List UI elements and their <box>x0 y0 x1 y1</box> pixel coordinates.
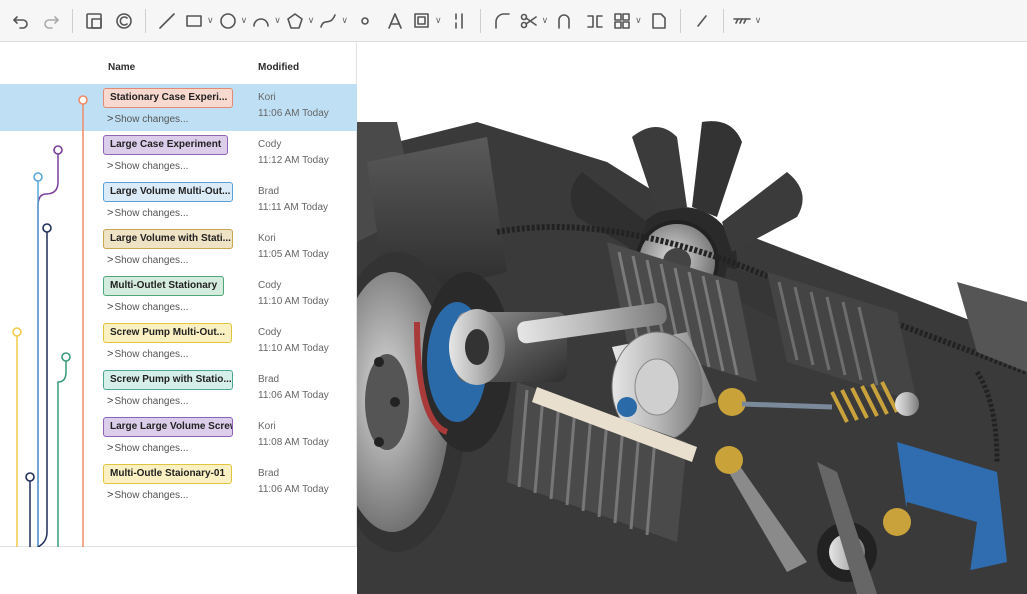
commit-node <box>33 172 43 182</box>
chevron-right-icon: > <box>107 160 114 172</box>
version-timestamp: 11:08 AM Today <box>258 437 329 448</box>
version-name-tag[interactable]: Large Case Experiment <box>103 135 229 155</box>
version-timestamp: 11:05 AM Today <box>258 249 329 260</box>
chevron-right-icon: > <box>107 207 114 219</box>
version-history-panel: Name Modified Stationary Case Experi... >… <box>0 42 357 547</box>
version-name-tag[interactable]: Multi-Outlet Stationary <box>103 276 225 296</box>
version-author: Brad <box>258 468 280 479</box>
show-changes-link[interactable]: >Show changes... <box>107 113 188 125</box>
show-changes-label: Show changes... <box>114 208 189 219</box>
show-changes-link[interactable]: >Show changes... <box>107 442 188 454</box>
version-timestamp: 11:10 AM Today <box>258 343 329 354</box>
use-icon[interactable] <box>111 5 137 37</box>
version-name-tag[interactable]: Multi-Outle Staionary-01 <box>103 464 233 484</box>
version-name-tag[interactable]: Stationary Case Experi... <box>103 88 233 108</box>
hatch-icon[interactable]: ∨ <box>732 5 761 37</box>
version-timestamp: 11:11 AM Today <box>258 202 329 213</box>
branch-graph <box>12 95 88 547</box>
transform-icon[interactable] <box>646 5 672 37</box>
fillet-icon[interactable] <box>489 5 515 37</box>
show-changes-link[interactable]: >Show changes... <box>107 254 188 266</box>
show-changes-label: Show changes... <box>114 349 189 360</box>
commit-node <box>42 223 52 233</box>
version-author: Cody <box>258 280 282 291</box>
construction-icon[interactable] <box>382 5 408 37</box>
show-changes-label: Show changes... <box>114 443 189 454</box>
toolbar-divider <box>145 8 146 33</box>
toolbar-divider <box>679 8 681 33</box>
point-icon[interactable] <box>352 5 378 37</box>
commit-node <box>53 145 63 155</box>
commit-node <box>78 95 88 105</box>
arc-icon[interactable]: ∨ <box>251 5 281 37</box>
show-changes-link[interactable]: >Show changes... <box>107 348 188 360</box>
split-icon[interactable] <box>582 5 608 37</box>
version-timestamp: 11:06 AM Today <box>258 108 329 119</box>
show-changes-label: Show changes... <box>114 161 189 172</box>
version-author: Brad <box>258 374 280 385</box>
commit-node <box>12 327 22 337</box>
branch-line-green <box>57 357 67 547</box>
show-changes-link[interactable]: >Show changes... <box>107 301 188 313</box>
version-author: Cody <box>258 139 282 150</box>
version-name-tag[interactable]: Screw Pump Multi-Out... <box>103 323 233 343</box>
show-changes-label: Show changes... <box>114 255 189 266</box>
cad-app: ∨ ∨ ∨ ∨ ∨ ∨ ∨ ∨ ∨ Name Modified Stationa… <box>0 0 1027 594</box>
redo-icon[interactable] <box>38 5 64 37</box>
column-header-modified[interactable]: Modified <box>258 62 299 73</box>
engine-assembly-render <box>357 121 1027 594</box>
branch-line-purple <box>37 150 59 547</box>
version-name-tag[interactable]: Large Volume Multi-Out... <box>103 182 233 202</box>
chevron-right-icon: > <box>107 113 114 125</box>
branch-line-navy <box>37 228 48 547</box>
circle-icon[interactable]: ∨ <box>218 5 247 37</box>
version-author: Brad <box>258 186 280 197</box>
version-name-tag[interactable]: Screw Pump with Statio... <box>103 370 233 390</box>
show-changes-label: Show changes... <box>114 114 189 125</box>
commit-node <box>25 472 35 482</box>
show-changes-link[interactable]: >Show changes... <box>107 489 188 501</box>
version-timestamp: 11:06 AM Today <box>258 390 329 401</box>
spline-icon[interactable]: ∨ <box>318 5 348 37</box>
chevron-right-icon: > <box>107 254 114 266</box>
offset-icon[interactable]: ∨ <box>412 5 442 37</box>
version-name-tag[interactable]: Large Large Volume Screw <box>103 417 233 437</box>
toolbar-divider <box>722 8 724 33</box>
version-timestamp: 11:12 AM Today <box>258 155 329 166</box>
sketch-plane-icon[interactable] <box>81 5 107 37</box>
show-changes-link[interactable]: >Show changes... <box>107 207 188 219</box>
undo-icon[interactable] <box>8 5 34 37</box>
version-author: Cody <box>258 327 282 338</box>
version-author: Kori <box>258 421 276 432</box>
show-changes-label: Show changes... <box>114 302 189 313</box>
polygon-icon[interactable]: ∨ <box>285 5 314 37</box>
dimension-icon[interactable] <box>689 5 715 37</box>
show-changes-link[interactable]: >Show changes... <box>107 395 188 407</box>
chevron-right-icon: > <box>107 489 114 501</box>
model-viewport[interactable] <box>357 42 1027 594</box>
version-author: Kori <box>258 233 276 244</box>
trim-icon[interactable]: ∨ <box>519 5 548 37</box>
chevron-right-icon: > <box>107 348 114 360</box>
commit-node <box>61 352 71 362</box>
toolbar-divider <box>479 8 481 33</box>
mirror-icon[interactable] <box>446 5 472 37</box>
show-changes-label: Show changes... <box>114 396 189 407</box>
version-timestamp: 11:06 AM Today <box>258 484 329 495</box>
sketch-toolbar: ∨ ∨ ∨ ∨ ∨ ∨ ∨ ∨ ∨ <box>0 0 1027 42</box>
show-changes-label: Show changes... <box>114 490 189 501</box>
chevron-right-icon: > <box>107 301 114 313</box>
rectangle-icon[interactable]: ∨ <box>184 5 214 37</box>
pattern-icon[interactable]: ∨ <box>612 5 642 37</box>
version-author: Kori <box>258 92 276 103</box>
column-header-name[interactable]: Name <box>108 62 135 73</box>
toolbar-divider <box>72 8 73 33</box>
show-changes-link[interactable]: >Show changes... <box>107 160 188 172</box>
version-name-tag[interactable]: Large Volume with Stati... <box>103 229 233 249</box>
line-icon[interactable] <box>154 5 180 37</box>
extend-icon[interactable] <box>552 5 578 37</box>
chevron-right-icon: > <box>107 395 114 407</box>
chevron-right-icon: > <box>107 442 114 454</box>
version-timestamp: 11:10 AM Today <box>258 296 329 307</box>
